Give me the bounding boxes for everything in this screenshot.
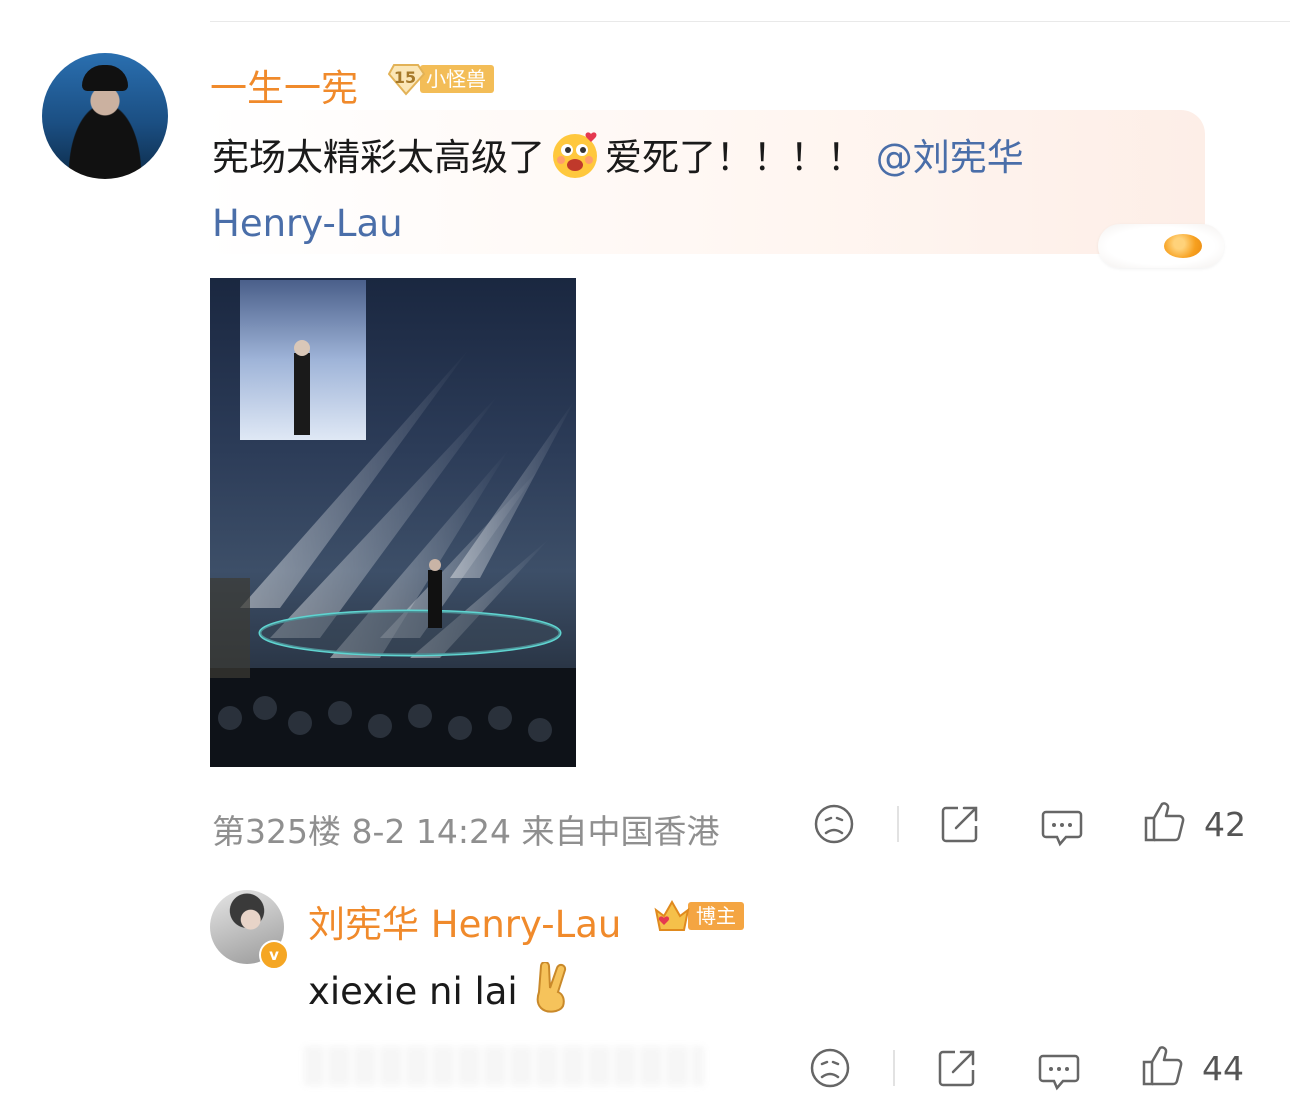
comment-photo[interactable] — [210, 278, 576, 767]
thumbs-up-icon[interactable] — [1140, 1044, 1184, 1092]
comment-icon[interactable] — [1040, 804, 1084, 852]
reply-text-content: xiexie ni lai — [308, 970, 518, 1013]
level-diamond-icon: 15 — [388, 62, 426, 96]
action-divider — [893, 1050, 895, 1086]
comment-text-part1: 宪场太精彩太高级了 — [212, 136, 545, 179]
share-icon[interactable] — [935, 1046, 979, 1094]
blurred-content — [304, 1046, 704, 1086]
top-divider — [210, 21, 1290, 22]
comment-location: 来自中国香港 — [521, 812, 720, 851]
share-icon[interactable] — [938, 802, 982, 850]
victory-hand-emoji-icon — [529, 961, 575, 1023]
thumbs-up-icon[interactable] — [1142, 800, 1186, 848]
replier-username[interactable]: 刘宪华 Henry-Lau — [308, 894, 621, 948]
reply-text: xiexie ni lai — [308, 961, 575, 1023]
commenter-username[interactable]: 一生一宪 — [210, 58, 358, 112]
host-badge: 博主 — [652, 898, 744, 934]
reply-like-count: 44 — [1202, 1049, 1244, 1088]
verified-v-icon: v — [259, 940, 289, 970]
action-divider — [897, 806, 899, 842]
comment-meta: 第325楼 8-2 14:24 来自中国香港 — [212, 805, 720, 853]
comment-date: 8-2 14:24 — [351, 812, 512, 851]
level-number: 15 — [393, 68, 417, 87]
comment-text-part2: 爱死了！！！！ — [605, 136, 864, 179]
comment-text: 宪场太精彩太高级了 爱死了！！！！ @刘宪华 Henry-Lau — [212, 125, 1152, 257]
comment-icon[interactable] — [1037, 1048, 1081, 1096]
crown-icon — [652, 898, 692, 934]
blushing-emoji-icon — [549, 128, 601, 180]
sad-face-icon[interactable] — [808, 1046, 852, 1094]
floor-number: 第325楼 — [212, 812, 341, 851]
fan-level-badge[interactable]: 15 小怪兽 — [388, 62, 494, 96]
host-label: 博主 — [688, 902, 744, 930]
sad-face-icon[interactable] — [812, 802, 856, 850]
like-count: 42 — [1204, 805, 1246, 844]
commenter-avatar[interactable] — [42, 53, 168, 179]
level-label: 小怪兽 — [420, 65, 494, 93]
